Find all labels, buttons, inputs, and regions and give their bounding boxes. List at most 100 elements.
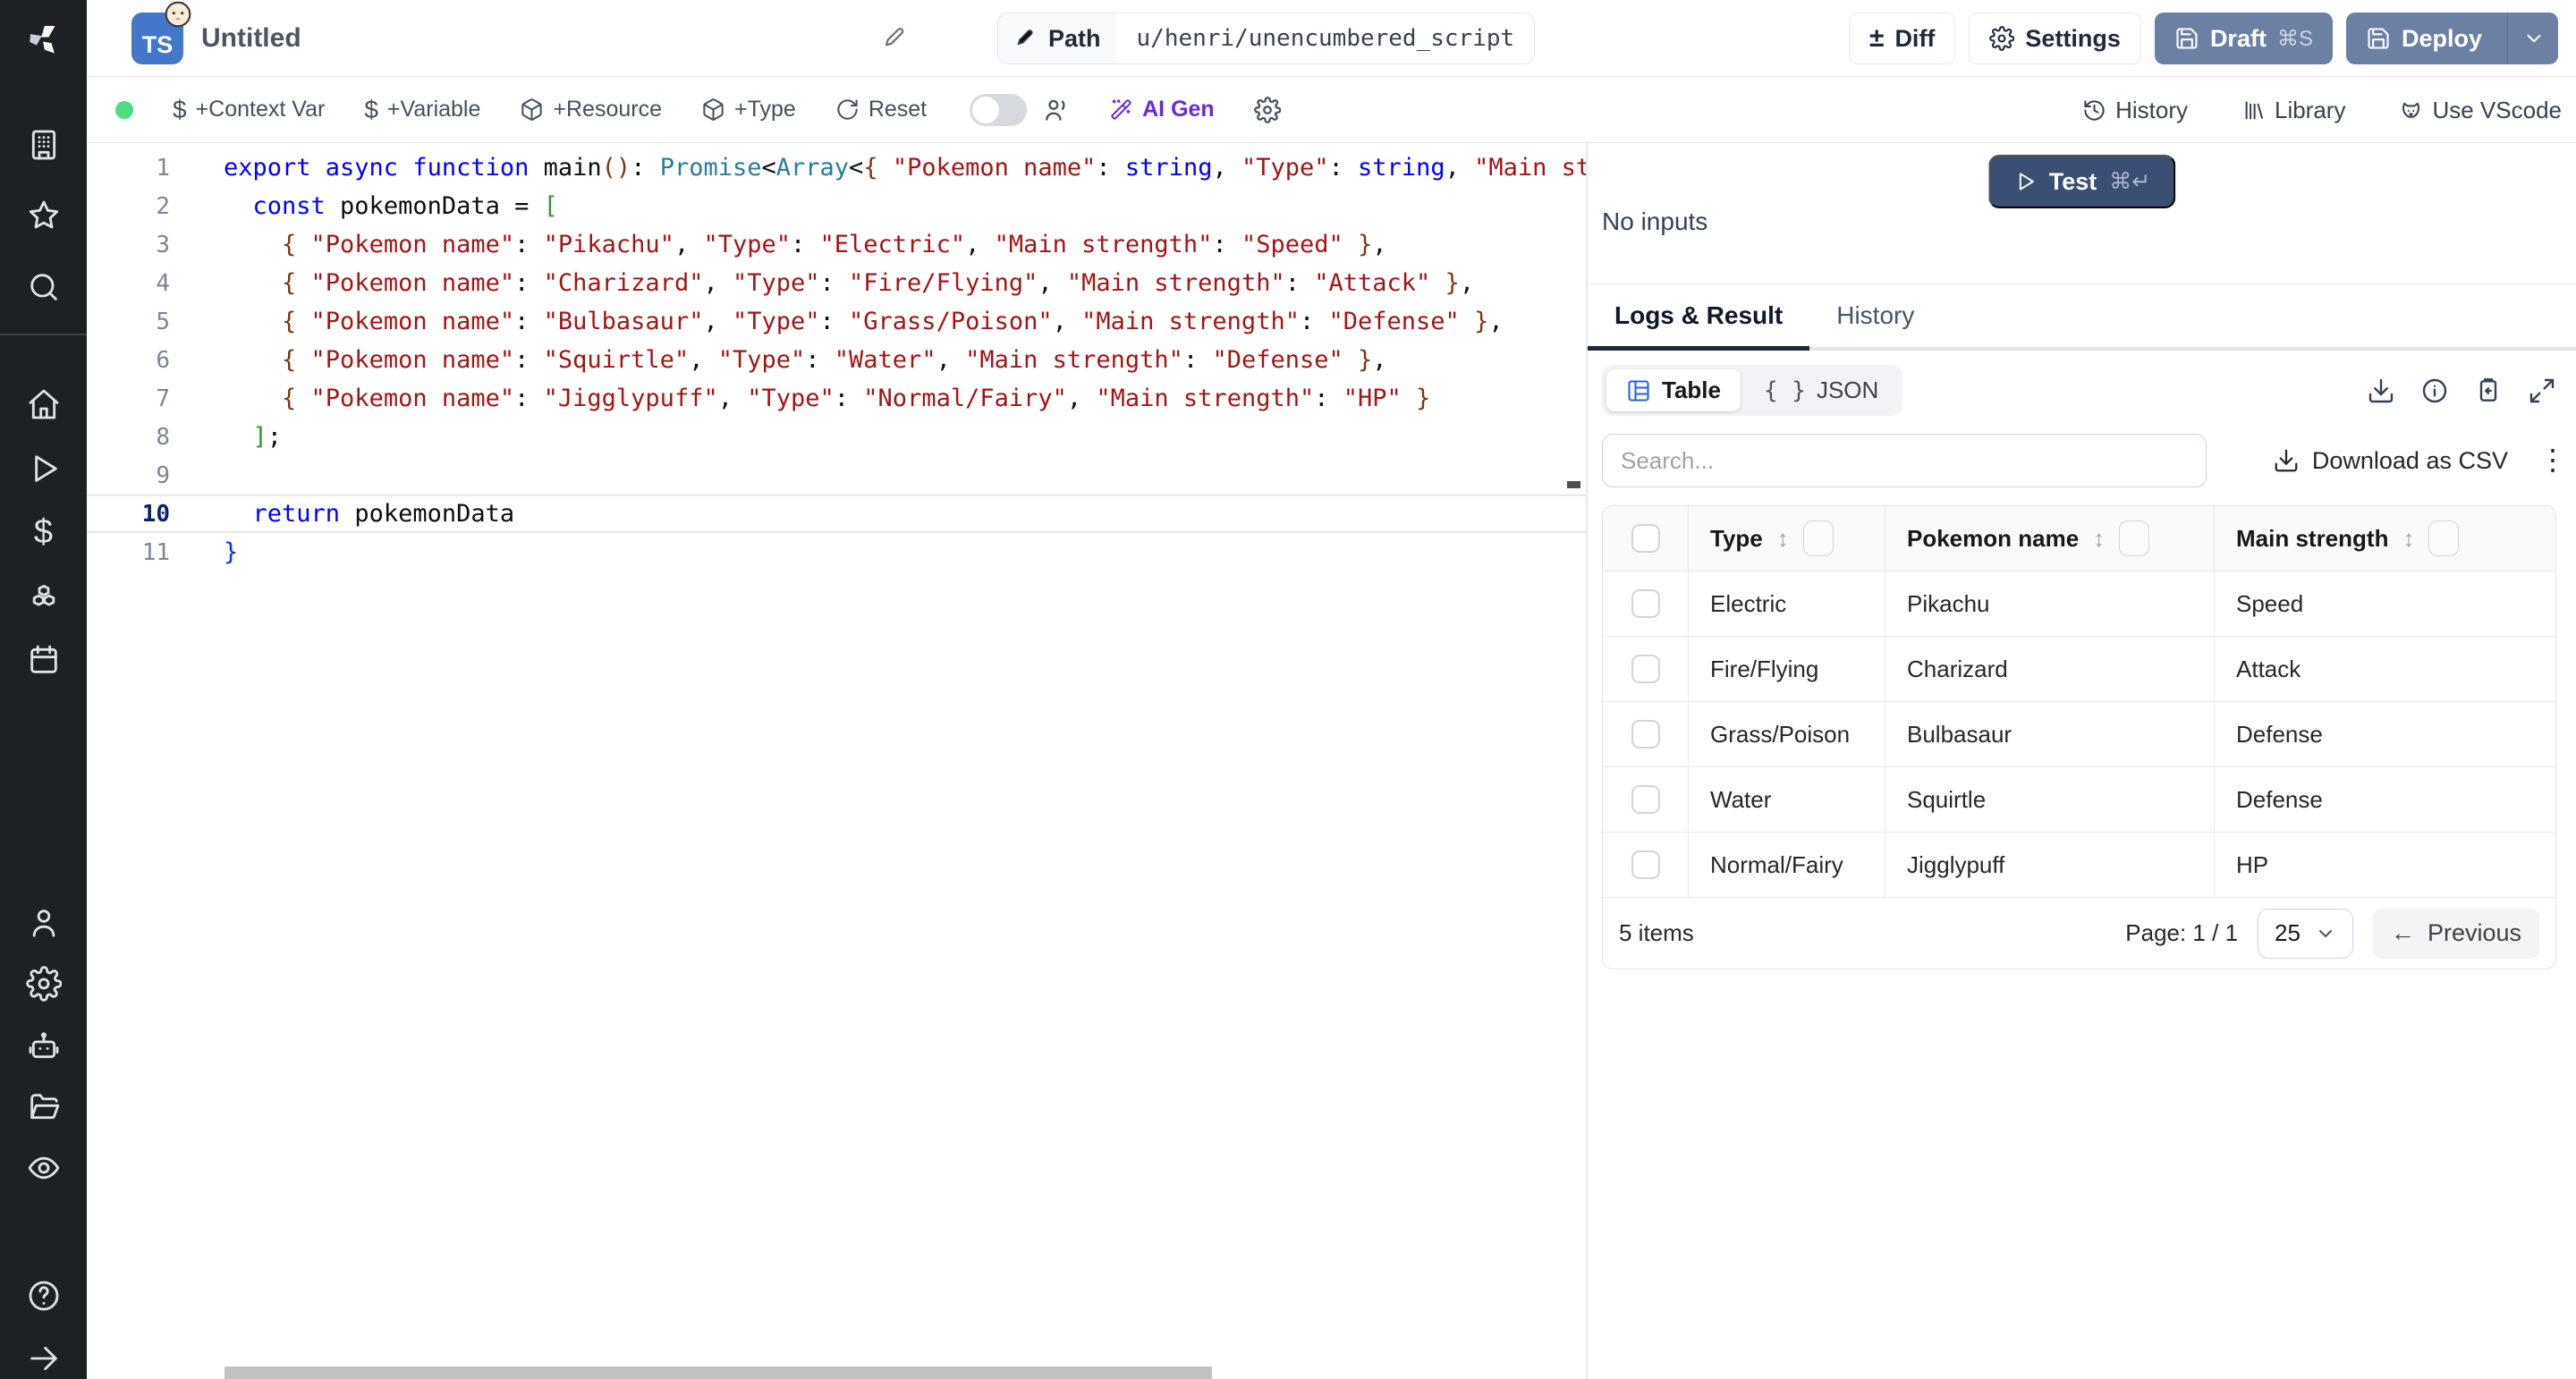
code-line-11[interactable]: 11} xyxy=(87,533,1586,571)
schedules-calendar-icon[interactable] xyxy=(26,642,62,678)
download-result-icon[interactable] xyxy=(2367,376,2395,405)
search-icon[interactable] xyxy=(26,269,62,305)
path-editor[interactable]: Path u/henri/unencumbered_script xyxy=(997,13,1535,64)
info-icon[interactable] xyxy=(2420,376,2449,405)
code-line-4[interactable]: 4 { "Pokemon name": "Charizard", "Type":… xyxy=(87,264,1586,302)
code-line-6[interactable]: 6 { "Pokemon name": "Squirtle", "Type": … xyxy=(87,341,1586,379)
sort-icon[interactable]: ↕ xyxy=(2093,525,2105,553)
favorites-star-icon[interactable] xyxy=(26,198,62,233)
package-icon xyxy=(701,97,725,122)
add-type-button[interactable]: +Type xyxy=(701,97,796,123)
line-number: 7 xyxy=(87,385,170,412)
reset-rotate-icon xyxy=(835,97,860,122)
users-person-icon[interactable] xyxy=(26,905,62,941)
library-button[interactable]: Library xyxy=(2241,97,2345,124)
table-row[interactable]: ElectricPikachuSpeed xyxy=(1603,571,2555,636)
code-text: { "Pokemon name": "Pikachu", "Type": "El… xyxy=(224,231,1387,258)
code-line-8[interactable]: 8 ]; xyxy=(87,418,1586,456)
table-row[interactable]: Fire/FlyingCharizardAttack xyxy=(1603,636,2555,701)
variables-dollar-icon[interactable]: $ xyxy=(26,514,62,550)
table-cell: Grass/Poison xyxy=(1688,702,1885,766)
add-variable-button[interactable]: $ +Variable xyxy=(364,96,480,124)
code-line-2[interactable]: 2 const pokemonData = [ xyxy=(87,187,1586,225)
column-filter-box[interactable] xyxy=(1803,520,1834,556)
result-search-input[interactable] xyxy=(1602,434,2207,487)
result-tabs: Logs & Result History xyxy=(1588,284,2576,351)
use-vscode-button[interactable]: Use VScode xyxy=(2399,97,2562,124)
row-checkbox[interactable] xyxy=(1631,850,1660,879)
add-context-var-button[interactable]: $ +Context Var xyxy=(173,96,325,124)
resources-cubes-icon[interactable] xyxy=(26,579,62,614)
diff-button[interactable]: ± Diff xyxy=(1849,13,1955,64)
settings-gear-icon[interactable] xyxy=(26,966,62,1002)
multiplayer-toggle[interactable] xyxy=(970,94,1027,126)
more-options-kebab-icon[interactable]: ⋮ xyxy=(2538,452,2556,470)
row-checkbox[interactable] xyxy=(1631,720,1660,749)
settings-button[interactable]: Settings xyxy=(1969,13,2141,64)
home-icon[interactable] xyxy=(26,386,62,422)
row-checkbox[interactable] xyxy=(1631,655,1660,683)
column-label: Pokemon name xyxy=(1907,525,2079,553)
code-line-10[interactable]: 10 return pokemonData xyxy=(87,495,1586,533)
column-filter-box[interactable] xyxy=(2119,520,2149,556)
expand-sidebar-arrow-icon[interactable] xyxy=(26,1341,62,1376)
chevron-down-icon xyxy=(2315,923,2336,944)
braces-icon: { } xyxy=(1764,377,1806,404)
help-icon[interactable] xyxy=(26,1278,62,1314)
test-run-button[interactable]: Test ⌘↵ xyxy=(1988,155,2175,208)
code-line-9[interactable]: 9 xyxy=(87,456,1586,495)
no-inputs-label: No inputs xyxy=(1602,207,1707,236)
expand-fullscreen-icon[interactable] xyxy=(2528,376,2556,405)
code-line-3[interactable]: 3 { "Pokemon name": "Pikachu", "Type": "… xyxy=(87,225,1586,264)
column-header-pokemon-name[interactable]: Pokemon name ↕ xyxy=(1885,506,2214,571)
save-draft-button[interactable]: Draft ⌘S xyxy=(2155,13,2333,64)
workspace-building-icon[interactable] xyxy=(26,127,62,163)
previous-page-button[interactable]: ← Previous xyxy=(2373,909,2539,959)
row-checkbox[interactable] xyxy=(1631,785,1660,814)
script-language-badge: TS xyxy=(131,13,183,64)
edit-title-pencil-icon[interactable] xyxy=(881,24,910,53)
view-table-option[interactable]: Table xyxy=(1606,369,1741,411)
arrow-left-icon: ← xyxy=(2391,919,2415,947)
row-checkbox[interactable] xyxy=(1631,589,1660,618)
column-header-type[interactable]: Type↕ xyxy=(1688,506,1885,571)
editor-horizontal-scrollbar[interactable] xyxy=(225,1366,1212,1379)
download-csv-button[interactable]: Download as CSV xyxy=(2273,447,2508,475)
history-button[interactable]: History xyxy=(2082,97,2188,124)
view-json-option[interactable]: { } JSON xyxy=(1744,369,1898,411)
tab-history[interactable]: History xyxy=(1809,284,1941,347)
windmill-logo-icon[interactable] xyxy=(26,21,62,57)
edit-path-pencil-icon xyxy=(1014,27,1038,50)
code-editor[interactable]: 1export async function main(): Promise<A… xyxy=(87,143,1586,1379)
draft-shortcut: ⌘S xyxy=(2277,26,2313,52)
workers-robot-icon[interactable] xyxy=(26,1028,62,1064)
editor-settings-gear-icon[interactable] xyxy=(1254,97,1281,123)
table-row[interactable]: WaterSquirtleDefense xyxy=(1603,766,2555,832)
sort-icon[interactable]: ↕ xyxy=(2402,525,2414,553)
sort-icon[interactable]: ↕ xyxy=(1777,525,1789,553)
select-all-checkbox[interactable] xyxy=(1631,524,1660,553)
line-number: 10 xyxy=(87,501,170,528)
script-path-value[interactable]: u/henri/unencumbered_script xyxy=(1117,13,1535,63)
windmill-script-editor: $ TS xyxy=(0,0,2576,1379)
ai-gen-button[interactable]: AI Gen xyxy=(1109,97,1215,123)
folders-icon[interactable] xyxy=(26,1089,62,1125)
add-resource-button[interactable]: +Resource xyxy=(520,97,662,123)
audit-eye-icon[interactable] xyxy=(26,1150,62,1186)
tab-logs-result[interactable]: Logs & Result xyxy=(1588,284,1809,351)
column-header-main-strength[interactable]: Main strength↕ xyxy=(2214,506,2555,571)
copy-to-clipboard-icon[interactable] xyxy=(2474,376,2503,405)
code-line-1[interactable]: 1export async function main(): Promise<A… xyxy=(87,148,1586,187)
page-size-select[interactable]: 25 xyxy=(2258,909,2353,959)
table-row[interactable]: Normal/FairyJigglypuffHP xyxy=(1603,832,2555,897)
runs-play-icon[interactable] xyxy=(26,451,62,486)
reset-button[interactable]: Reset xyxy=(835,97,927,123)
table-row[interactable]: Grass/PoisonBulbasaurDefense xyxy=(1603,701,2555,766)
result-table-rows: ElectricPikachuSpeedFire/FlyingCharizard… xyxy=(1603,571,2555,897)
code-line-5[interactable]: 5 { "Pokemon name": "Bulbasaur", "Type":… xyxy=(87,302,1586,341)
column-filter-box[interactable] xyxy=(2428,520,2459,556)
code-text: { "Pokemon name": "Jigglypuff", "Type": … xyxy=(224,385,1430,412)
code-line-7[interactable]: 7 { "Pokemon name": "Jigglypuff", "Type"… xyxy=(87,379,1586,418)
gear-icon xyxy=(1989,26,2014,51)
deploy-button[interactable]: Deploy xyxy=(2346,13,2558,64)
